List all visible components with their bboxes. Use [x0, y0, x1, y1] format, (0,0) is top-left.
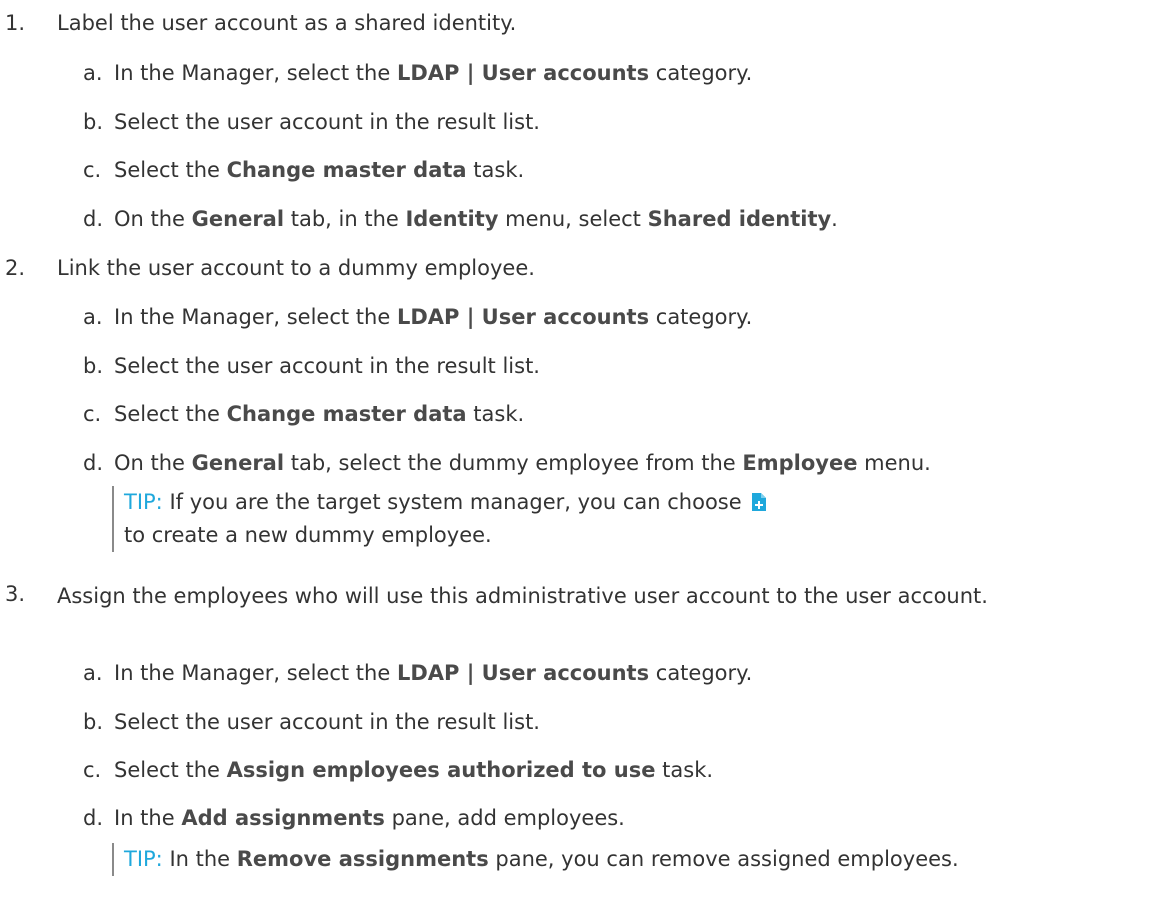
substep-letter: b.	[83, 110, 104, 134]
substep-letter: c.	[83, 402, 102, 426]
step-number: 1.	[5, 11, 26, 35]
add-document-icon	[752, 488, 767, 511]
substep-text: In the Add assignments pane, add employe…	[114, 806, 625, 830]
step-number: 2.	[5, 256, 26, 280]
substep-letter: d.	[83, 806, 104, 830]
tip-box: TIP: If you are the target system manage…	[112, 486, 784, 552]
substep-text: Select the Assign employees authorized t…	[114, 758, 714, 782]
substep-text: On the General tab, in the Identity menu…	[114, 207, 838, 231]
tip-label: TIP:	[124, 490, 163, 514]
substep-letter: c.	[83, 158, 102, 182]
step-text: Assign the employees who will use this a…	[57, 584, 988, 608]
tip-label: TIP:	[124, 847, 163, 871]
substep-text: Select the user account in the result li…	[114, 354, 540, 378]
substep-letter: a.	[83, 661, 103, 685]
substep-letter: b.	[83, 354, 104, 378]
step-text: Link the user account to a dummy employe…	[57, 256, 535, 280]
substep-text: Select the user account in the result li…	[114, 710, 540, 734]
substep-letter: d.	[83, 451, 104, 475]
substep-letter: d.	[83, 207, 104, 231]
substep-letter: a.	[83, 61, 103, 85]
step-number: 3.	[5, 582, 26, 606]
substep-text: Select the user account in the result li…	[114, 110, 540, 134]
substep-letter: c.	[83, 758, 102, 782]
substep-text: On the General tab, select the dummy emp…	[114, 451, 931, 475]
substep-letter: b.	[83, 710, 104, 734]
substep-text: In the Manager, select the LDAP | User a…	[114, 61, 753, 85]
substep-text: Select the Change master data task.	[114, 402, 525, 426]
substep-letter: a.	[83, 305, 103, 329]
step-text: Label the user account as a shared ident…	[57, 11, 517, 35]
substep-text: In the Manager, select the LDAP | User a…	[114, 305, 753, 329]
tip-box: TIP: In the Remove assignments pane, you…	[112, 843, 1134, 876]
substep-text: Select the Change master data task.	[114, 158, 525, 182]
substep-text: In the Manager, select the LDAP | User a…	[114, 661, 753, 685]
